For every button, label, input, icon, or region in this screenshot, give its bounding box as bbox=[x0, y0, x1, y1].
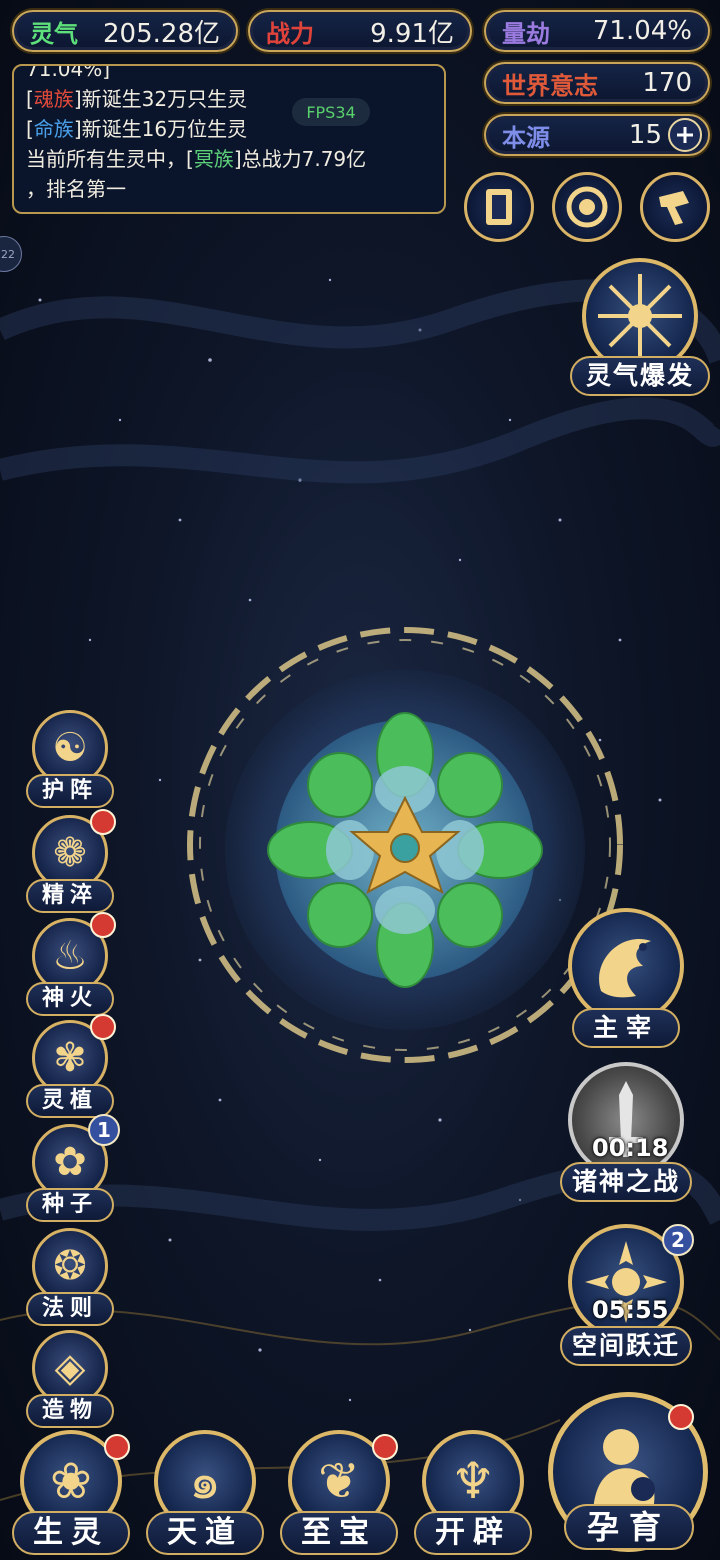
count-badge: 2 bbox=[662, 1224, 694, 1256]
side-button-zhongzi[interactable]: ✿ 种子 1 bbox=[26, 1114, 120, 1222]
bottom-button-zhibao[interactable]: ❦ 至宝 bbox=[280, 1430, 398, 1555]
race-tag-ming2: 冥族 bbox=[193, 147, 234, 171]
hammer-icon bbox=[659, 191, 689, 225]
log-line-1: [魂族]新诞生32万只生灵 bbox=[26, 87, 248, 111]
zhuzai-button[interactable]: 主宰 bbox=[566, 908, 686, 1048]
fps-counter: FPS34 bbox=[292, 98, 370, 126]
zhanli-label: 战力 bbox=[266, 19, 314, 48]
side-button-huzhen[interactable]: ☯ 护阵 bbox=[26, 710, 114, 808]
add-benyuan-button[interactable] bbox=[668, 118, 702, 152]
shijie-yizhi-label: 世界意志 bbox=[502, 71, 598, 100]
liangjie-label: 量劫 bbox=[502, 19, 550, 48]
card-button[interactable] bbox=[464, 172, 534, 242]
zhushen-timer: 00:18 bbox=[592, 1134, 669, 1162]
bottom-button-tiandao[interactable]: ๑ 天道 bbox=[146, 1430, 264, 1555]
bottom-button-label: 天道 bbox=[146, 1511, 264, 1555]
shijie-yizhi-value: 170 bbox=[642, 68, 692, 98]
side-button-label: 种子 bbox=[26, 1188, 114, 1222]
notification-dot bbox=[90, 912, 116, 938]
log-line-4: ，排名第一 bbox=[26, 177, 126, 201]
world-planet[interactable] bbox=[180, 620, 630, 1070]
side-button-shenhuo[interactable]: ♨ 神火 bbox=[26, 912, 116, 1016]
kongjian-yueqian-button[interactable]: 05:55 空间跃迁 2 bbox=[560, 1222, 694, 1368]
card-icon bbox=[486, 189, 512, 225]
count-badge: 1 bbox=[88, 1114, 120, 1146]
side-button-lingzhi[interactable]: ✾ 灵植 bbox=[26, 1014, 116, 1118]
benyuan-label: 本源 bbox=[502, 123, 550, 152]
plus-icon bbox=[677, 127, 693, 143]
yunyu-label: 孕育 bbox=[564, 1504, 694, 1550]
side-button-label: 护阵 bbox=[26, 774, 114, 808]
portal-button[interactable] bbox=[552, 172, 622, 242]
planet-graphic bbox=[187, 627, 623, 1063]
side-button-faze[interactable]: ❂ 法则 bbox=[26, 1228, 114, 1326]
notification-dot bbox=[104, 1434, 130, 1460]
benyuan-stat[interactable]: 本源 15 bbox=[484, 114, 710, 156]
zhushen-label: 诸神之战 bbox=[560, 1162, 692, 1202]
bottom-button-label: 至宝 bbox=[280, 1511, 398, 1555]
liangjie-value: 71.04% bbox=[592, 16, 692, 46]
race-tag-hun: 魂族 bbox=[33, 87, 74, 111]
dragon-icon bbox=[568, 908, 684, 1024]
lingqi-label: 灵气 bbox=[30, 19, 78, 48]
zhanli-stat[interactable]: 战力 9.91亿 bbox=[248, 10, 472, 52]
side-button-jingcui[interactable]: ❁ 精淬 bbox=[26, 809, 116, 913]
side-button-label: 神火 bbox=[26, 982, 114, 1016]
notification-dot bbox=[372, 1434, 398, 1460]
lingqi-stat[interactable]: 灵气 205.28亿 bbox=[12, 10, 238, 52]
bottom-button-label: 开辟 bbox=[414, 1511, 532, 1555]
liangjie-stat[interactable]: 量劫 71.04% bbox=[484, 10, 710, 52]
yunyu-button[interactable]: 孕育 bbox=[548, 1392, 712, 1556]
event-log[interactable]: 71.04%] [魂族]新诞生32万只生灵 [命族]新诞生16万位生灵 当前所有… bbox=[12, 64, 446, 214]
benyuan-value: 15 bbox=[628, 120, 662, 150]
log-line-2: [命族]新诞生16万位生灵 bbox=[26, 117, 248, 141]
vortex-icon bbox=[566, 186, 608, 228]
notification-dot bbox=[668, 1404, 694, 1430]
side-button-label: 法则 bbox=[26, 1292, 114, 1326]
bottom-button-label: 生灵 bbox=[12, 1511, 130, 1555]
kongjian-timer: 05:55 bbox=[592, 1296, 669, 1324]
lingqi-value: 205.28亿 bbox=[103, 18, 220, 49]
zhanli-value: 9.91亿 bbox=[370, 18, 454, 49]
shijie-yizhi-stat[interactable]: 世界意志 170 bbox=[484, 62, 710, 104]
lingqi-baofa-button[interactable]: 灵气爆发 bbox=[570, 258, 710, 398]
notification-dot bbox=[90, 809, 116, 835]
lingqi-baofa-label: 灵气爆发 bbox=[570, 356, 710, 396]
side-button-label: 造物 bbox=[26, 1394, 114, 1428]
zhushen-zhizhan-button[interactable]: 00:18 诸神之战 bbox=[560, 1062, 692, 1204]
log-line-3: 当前所有生灵中，[冥族]总战力7.79亿 bbox=[26, 147, 367, 171]
zhuzai-label: 主宰 bbox=[572, 1008, 680, 1048]
notification-dot bbox=[90, 1014, 116, 1040]
side-button-label: 精淬 bbox=[26, 879, 114, 913]
hammer-button[interactable] bbox=[640, 172, 710, 242]
kongjian-label: 空间跃迁 bbox=[560, 1326, 692, 1366]
bottom-button-shengling[interactable]: ❀ 生灵 bbox=[12, 1430, 130, 1555]
bottom-button-kaipi[interactable]: ♆ 开辟 bbox=[414, 1430, 532, 1555]
side-button-label: 灵植 bbox=[26, 1084, 114, 1118]
race-tag-ming: 命族 bbox=[33, 117, 74, 141]
side-button-zaowu[interactable]: ◈ 造物 bbox=[26, 1330, 114, 1428]
left-edge-tab[interactable]: 22 bbox=[0, 236, 22, 272]
log-line-0: 71.04%] bbox=[26, 64, 111, 81]
